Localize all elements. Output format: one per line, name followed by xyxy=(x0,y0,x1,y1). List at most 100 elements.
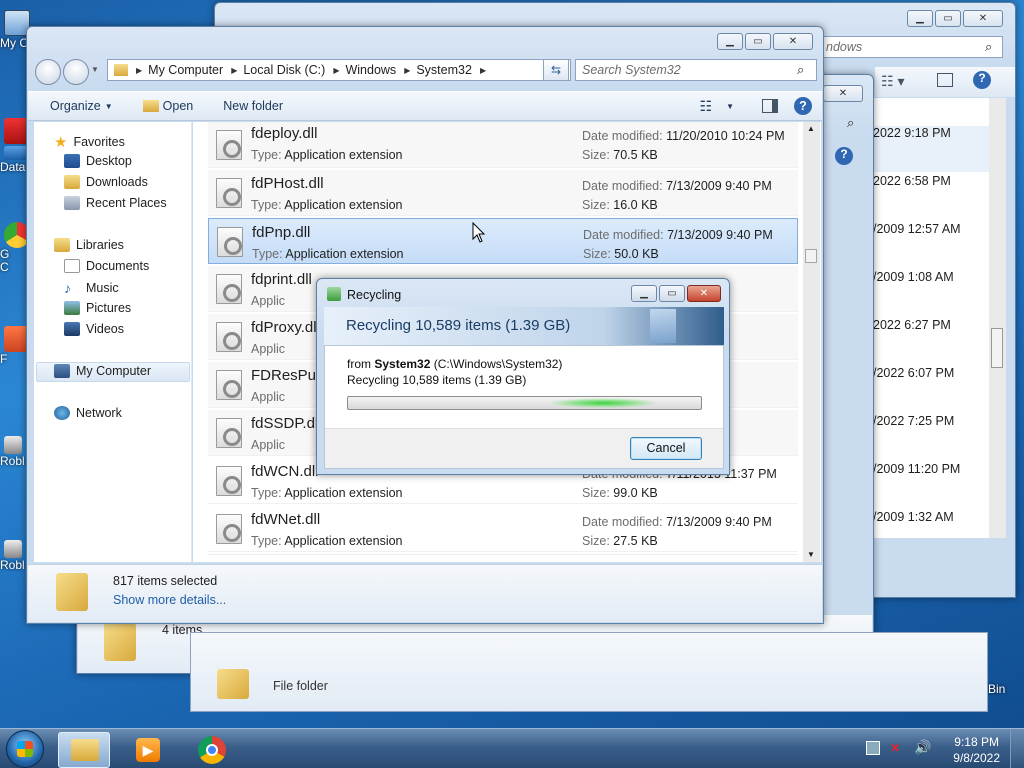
close-button[interactable]: ✕ xyxy=(773,33,813,50)
background-window-back[interactable]: File folder xyxy=(190,632,988,712)
music-icon: ♪ xyxy=(64,280,71,296)
network-icon xyxy=(54,406,70,420)
show-more-details-link[interactable]: Show more details... xyxy=(113,593,226,607)
dll-file-icon xyxy=(216,178,242,208)
maximize-button[interactable]: ▭ xyxy=(659,285,685,302)
start-button[interactable] xyxy=(6,730,44,768)
breadcrumb-separator[interactable]: ▶ xyxy=(480,66,486,75)
list-row-time[interactable]: 2022 9:18 PM xyxy=(873,126,989,172)
scroll-down-arrow[interactable]: ▼ xyxy=(807,550,815,559)
scrollbar-thumb[interactable] xyxy=(991,328,1003,368)
breadcrumb-system32[interactable]: System32 xyxy=(416,63,472,77)
breadcrumb-windows[interactable]: Windows xyxy=(345,63,396,77)
help-icon[interactable]: ? xyxy=(973,71,991,89)
maximize-button[interactable]: ▭ xyxy=(935,10,961,27)
file-row[interactable]: fdeploy.dll Type: Application extension … xyxy=(208,122,798,168)
file-type: Type: Application extension xyxy=(251,148,403,162)
show-desktop-button[interactable] xyxy=(1010,729,1024,768)
nav-videos[interactable]: Videos xyxy=(64,322,124,336)
address-bar[interactable]: ▶ My Computer ▶ Local Disk (C:) ▶ Window… xyxy=(107,59,571,81)
list-row-time[interactable]: 2022 6:27 PM xyxy=(873,318,951,332)
taskbar-explorer-button[interactable] xyxy=(58,732,110,768)
search-icon[interactable]: ⌕ xyxy=(985,39,992,55)
nav-music[interactable]: ♪ Music xyxy=(64,280,119,296)
recent-pages-arrow[interactable]: ▼ xyxy=(91,65,99,74)
change-view-button[interactable]: ☷ ▼ xyxy=(700,98,734,115)
dll-file-icon xyxy=(216,274,242,304)
details-pane: 817 items selected Show more details... xyxy=(28,564,822,622)
progress-bar xyxy=(347,396,702,410)
minimize-button[interactable]: ▁ xyxy=(907,10,933,27)
breadcrumb-separator[interactable]: ▶ xyxy=(333,66,339,75)
list-row-time[interactable]: /2009 1:32 AM xyxy=(873,510,954,524)
taskbar-chrome-button[interactable] xyxy=(186,732,238,768)
taskbar-media-player-button[interactable]: ▶ xyxy=(122,732,174,768)
list-row-time[interactable]: /2022 7:25 PM xyxy=(873,414,954,428)
computer-icon xyxy=(54,364,70,378)
dll-file-icon xyxy=(217,227,243,257)
vertical-scrollbar[interactable]: ▲ ▼ xyxy=(803,122,820,562)
search-icon[interactable]: ⌕ xyxy=(797,62,804,78)
breadcrumb-local-disk[interactable]: Local Disk (C:) xyxy=(243,63,325,77)
pictures-icon xyxy=(64,301,80,315)
preview-pane-icon[interactable] xyxy=(937,73,953,87)
cancel-button[interactable]: Cancel xyxy=(630,437,702,460)
help-icon[interactable]: ? xyxy=(835,147,853,165)
close-button[interactable]: ✕ xyxy=(823,85,863,102)
refresh-button[interactable]: ⇆ xyxy=(543,59,569,81)
help-icon: ? xyxy=(794,97,812,115)
breadcrumb-my-computer[interactable]: My Computer xyxy=(148,63,223,77)
dll-file-icon xyxy=(216,370,242,400)
breadcrumb-separator[interactable]: ▶ xyxy=(136,66,142,75)
breadcrumb-separator[interactable]: ▶ xyxy=(404,66,410,75)
nav-network[interactable]: Network xyxy=(54,406,122,420)
search-input[interactable]: ndows xyxy=(819,36,1003,58)
nav-recent-places[interactable]: Recent Places xyxy=(64,196,167,210)
minimize-button[interactable]: ▁ xyxy=(717,33,743,50)
nav-desktop[interactable]: Desktop xyxy=(64,154,132,168)
selection-count: 817 items selected xyxy=(113,574,218,588)
search-input[interactable]: Search System32 xyxy=(575,59,817,81)
close-button[interactable]: ✕ xyxy=(687,285,721,302)
minimize-button[interactable]: ▁ xyxy=(631,285,657,302)
search-icon[interactable]: ⌕ xyxy=(847,115,854,131)
forward-button[interactable] xyxy=(63,59,89,85)
organize-button[interactable]: Organize ▼ xyxy=(50,99,113,113)
nav-my-computer[interactable]: My Computer xyxy=(54,364,151,378)
open-button[interactable]: Open xyxy=(142,99,193,113)
close-button[interactable]: ✕ xyxy=(963,10,1003,27)
breadcrumb-separator[interactable]: ▶ xyxy=(231,66,237,75)
new-folder-button[interactable]: New folder xyxy=(223,99,283,113)
clock[interactable]: 9:18 PM 9/8/2022 xyxy=(953,734,1000,766)
folder-icon xyxy=(56,573,88,611)
dll-file-icon xyxy=(216,418,242,448)
views-icon[interactable]: ☷ ▾ xyxy=(881,73,904,90)
scroll-up-arrow[interactable]: ▲ xyxy=(807,124,815,133)
preview-pane-button[interactable] xyxy=(762,99,778,113)
network-status-icon[interactable]: ✕ xyxy=(890,741,906,755)
dialog-header: Recycling 10,589 items (1.39 GB) xyxy=(324,307,724,345)
help-button[interactable]: ? xyxy=(794,97,812,115)
nav-documents[interactable]: Documents xyxy=(64,259,149,273)
back-button[interactable] xyxy=(35,59,61,85)
file-row-partial[interactable] xyxy=(208,554,798,562)
nav-libraries[interactable]: Libraries xyxy=(54,238,124,252)
file-row-selected[interactable]: fdPnp.dll Type: Application extension Da… xyxy=(208,218,798,264)
list-row-time[interactable]: 2022 6:58 PM xyxy=(873,174,951,188)
recycling-dialog[interactable]: Recycling ▁ ▭ ✕ Recycling 10,589 items (… xyxy=(316,278,730,475)
list-row-time[interactable]: /2009 12:57 AM xyxy=(873,222,961,236)
list-row-time[interactable]: /2022 6:07 PM xyxy=(873,366,954,380)
nav-downloads[interactable]: Downloads xyxy=(64,175,148,189)
maximize-button[interactable]: ▭ xyxy=(745,33,771,50)
nav-favorites[interactable]: ★ Favorites xyxy=(54,133,125,151)
file-row[interactable]: fdPHost.dll Type: Application extension … xyxy=(208,170,798,216)
scrollbar-thumb[interactable] xyxy=(805,249,817,263)
action-center-icon[interactable] xyxy=(866,741,880,755)
volume-icon[interactable]: 🔊 xyxy=(914,739,931,756)
vertical-scrollbar[interactable] xyxy=(989,98,1006,538)
list-row-time[interactable]: /2009 11:20 PM xyxy=(873,462,960,476)
nav-pictures[interactable]: Pictures xyxy=(64,301,131,315)
list-row-time[interactable]: /2009 1:08 AM xyxy=(873,270,954,284)
file-row[interactable]: fdWNet.dll Type: Application extension D… xyxy=(208,506,798,552)
recycle-bin-label[interactable]: Bin xyxy=(988,682,1005,696)
